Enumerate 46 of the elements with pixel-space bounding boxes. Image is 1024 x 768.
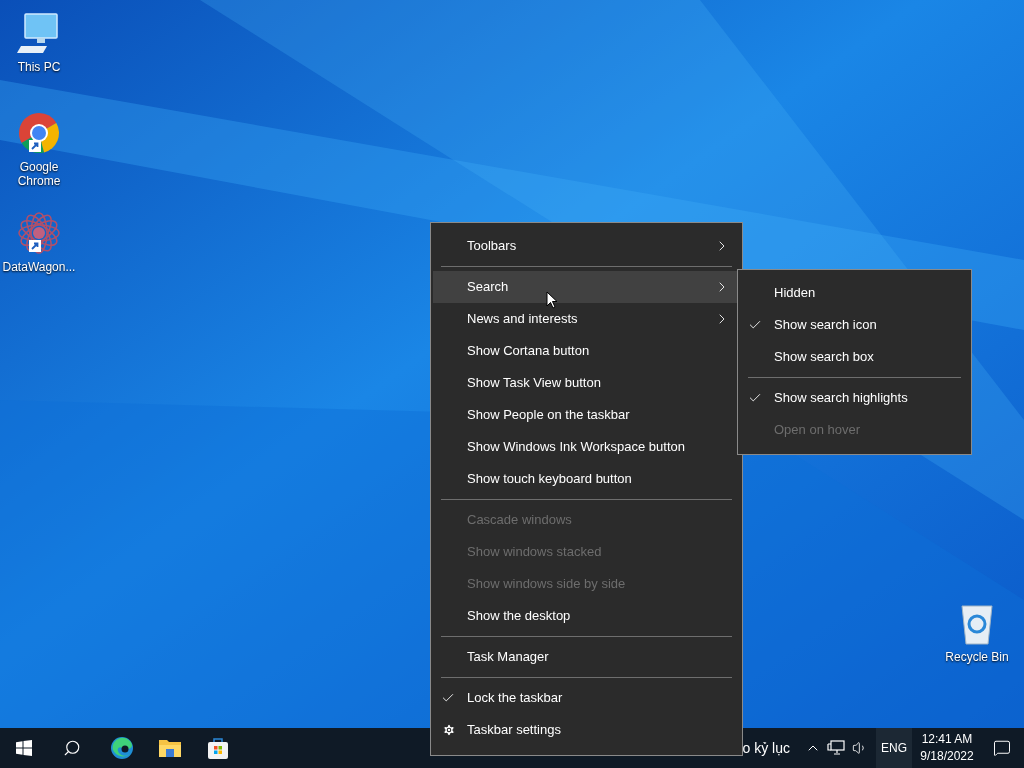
menu-item[interactable]: Search	[433, 271, 740, 303]
checkmark-icon	[748, 391, 762, 405]
notification-icon	[993, 739, 1011, 757]
folder-icon	[158, 738, 182, 758]
menu-item[interactable]: Lock the taskbar	[433, 682, 740, 714]
desktop-icon[interactable]: Google Chrome	[0, 108, 78, 198]
desktop-icon[interactable]: This PC	[0, 8, 78, 98]
windows-logo-icon	[16, 740, 32, 756]
search-highlight-text[interactable]: o kỷ lục	[742, 737, 790, 759]
menu-item[interactable]: Toolbars	[433, 230, 740, 262]
mouse-cursor-icon	[546, 291, 558, 309]
browser-icon	[110, 736, 134, 760]
chrome-icon	[17, 111, 61, 155]
checkmark-icon	[748, 318, 762, 332]
shortcut-arrow-icon	[29, 140, 41, 152]
menu-item[interactable]: Show Cortana button	[433, 335, 740, 367]
desktop-icon-label: This PC	[17, 60, 61, 74]
shortcut-arrow-icon	[29, 240, 41, 252]
menu-item[interactable]: Task Manager	[433, 641, 740, 673]
desktop-icon-label: Recycle Bin	[945, 650, 1009, 664]
menu-item[interactable]: Show the desktop	[433, 600, 740, 632]
menu-item[interactable]: Show People on the taskbar	[433, 399, 740, 431]
checkmark-icon	[441, 691, 455, 705]
menu-item[interactable]: Show search icon	[740, 309, 969, 341]
network-icon	[827, 740, 845, 756]
computer-icon	[17, 12, 61, 54]
flower-pattern-icon	[17, 211, 61, 255]
menu-item[interactable]: Show Windows Ink Workspace button	[433, 431, 740, 463]
settings-icon	[442, 723, 456, 737]
menu-item[interactable]: Show touch keyboard button	[433, 463, 740, 495]
language-button[interactable]: ENG	[876, 728, 912, 768]
menu-item[interactable]: Show Task View button	[433, 367, 740, 399]
time-text: 12:41 AM	[921, 731, 973, 748]
desktop-icon-label: Google Chrome	[16, 160, 62, 188]
clock-button[interactable]: 12:41 AM 9/18/2022	[918, 728, 976, 768]
desktop-icon[interactable]: DataWagon...	[0, 208, 78, 298]
menu-item[interactable]: Hidden	[740, 277, 969, 309]
menu-item[interactable]: Taskbar settings	[433, 714, 740, 746]
desktop-icon[interactable]: Recycle Bin	[938, 600, 1016, 664]
desktop-icon-label: DataWagon...	[2, 260, 76, 274]
menu-item[interactable]: Show search box	[740, 341, 969, 373]
menu-item[interactable]: News and interests	[433, 303, 740, 335]
search-icon	[63, 739, 81, 757]
shopping-bag-icon	[206, 736, 230, 760]
menu-item[interactable]: Show search highlights	[740, 382, 969, 414]
date-text: 9/18/2022	[920, 748, 974, 765]
